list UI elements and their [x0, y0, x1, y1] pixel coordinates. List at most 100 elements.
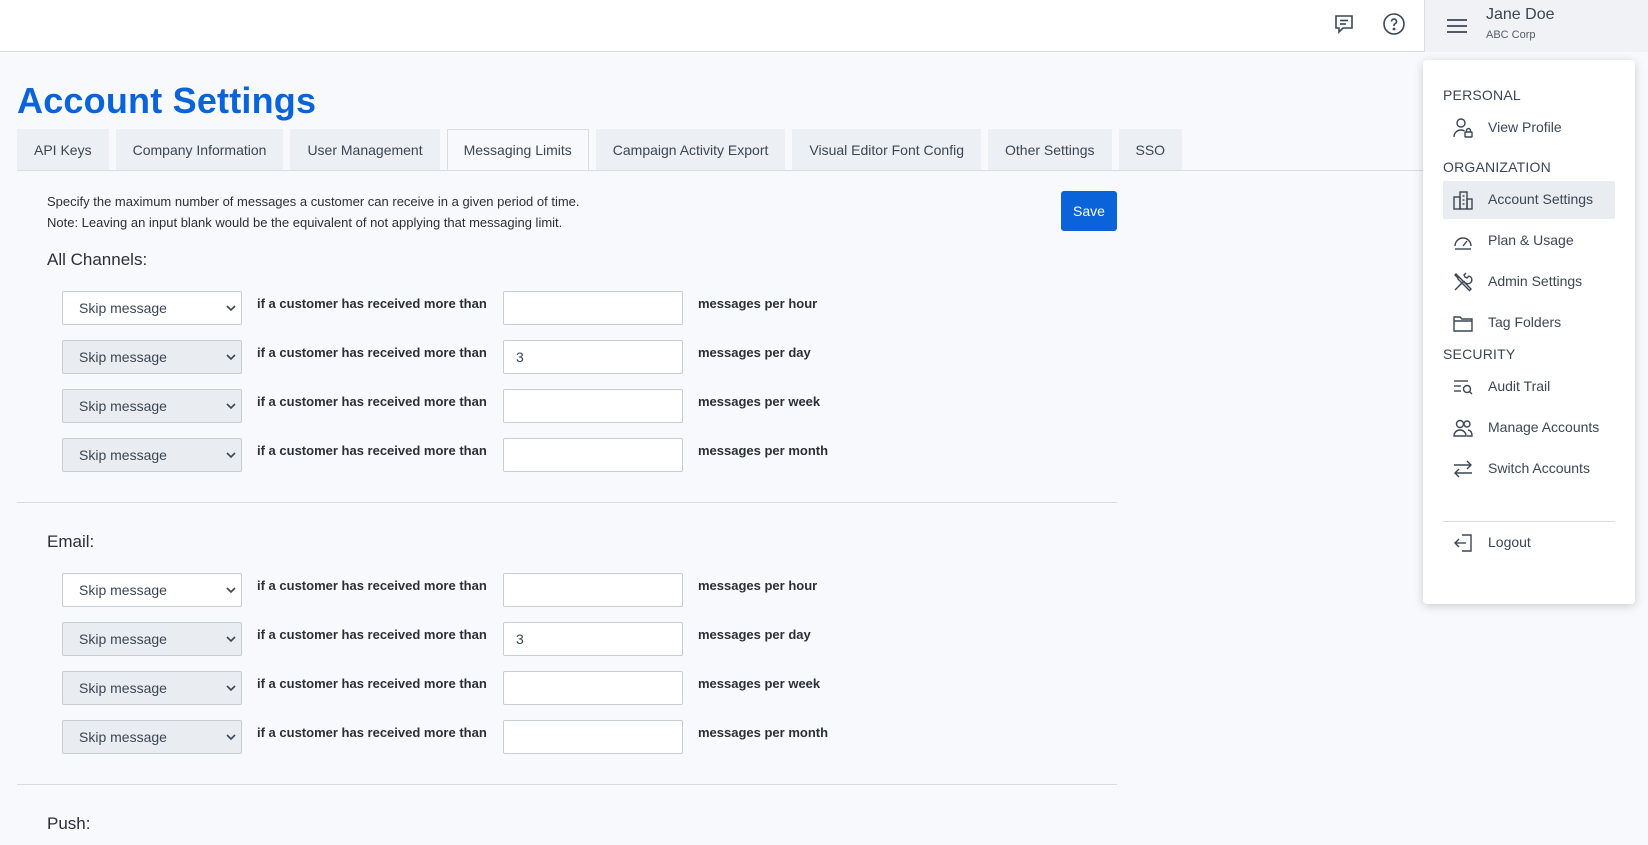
limit-input[interactable]	[503, 622, 683, 656]
condition-label: if a customer has received more than	[257, 627, 487, 642]
section-title-email: Email:	[47, 532, 95, 551]
menu-item-logout[interactable]: Logout	[1443, 524, 1615, 562]
user-lock-icon	[1453, 118, 1473, 138]
chevron-down-icon	[226, 636, 236, 643]
menu-heading-organization: ORGANIZATION	[1443, 159, 1551, 175]
tab-sso[interactable]: SSO	[1118, 129, 1183, 170]
action-select[interactable]: Skip message	[62, 622, 242, 656]
gauge-icon	[1454, 237, 1472, 250]
tab-api-keys[interactable]: API Keys	[17, 129, 109, 170]
action-select-value: Skip message	[79, 582, 167, 598]
top-bar: Jane Doe ABC Corp	[0, 0, 1648, 52]
menu-item-label: Switch Accounts	[1488, 460, 1590, 476]
menu-item-audit-trail[interactable]: Audit Trail	[1443, 368, 1615, 406]
hamburger-menu-icon[interactable]	[1445, 14, 1469, 38]
menu-item-view-profile[interactable]: View Profile	[1443, 109, 1615, 147]
folder-icon	[1453, 316, 1473, 332]
users-icon	[1453, 419, 1473, 437]
menu-item-plan-usage[interactable]: Plan & Usage	[1443, 222, 1615, 260]
tab-messaging-limits[interactable]: Messaging Limits	[446, 129, 589, 171]
action-select-value: Skip message	[79, 447, 167, 463]
section-title-all-channels: All Channels:	[47, 250, 148, 269]
period-label: messages per hour	[698, 296, 818, 311]
menu-item-admin-settings[interactable]: Admin Settings	[1443, 263, 1615, 301]
save-button[interactable]: Save	[1061, 191, 1117, 231]
menu-item-label: Manage Accounts	[1488, 419, 1600, 435]
user-name: Jane Doe	[1486, 6, 1555, 23]
menu-item-label: View Profile	[1488, 119, 1562, 135]
action-select-value: Skip message	[79, 631, 167, 647]
tab-other-settings[interactable]: Other Settings	[988, 129, 1112, 170]
limit-input[interactable]	[503, 389, 683, 423]
menu-item-label: Admin Settings	[1488, 273, 1583, 289]
action-select-value: Skip message	[79, 398, 167, 414]
period-label: messages per day	[698, 627, 811, 642]
page-title: Account Settings	[17, 80, 317, 121]
limit-input[interactable]	[503, 671, 683, 705]
menu-item-label: Tag Folders	[1488, 314, 1562, 330]
chevron-down-icon	[226, 354, 236, 361]
period-label: messages per hour	[698, 578, 818, 593]
action-select[interactable]: Skip message	[62, 720, 242, 754]
user-dropdown-menu: PERSONAL View Profile ORGANIZATION Accou…	[1423, 60, 1635, 604]
period-label: messages per day	[698, 345, 811, 360]
action-select[interactable]: Skip message	[62, 340, 242, 374]
chevron-down-icon	[226, 685, 236, 692]
condition-label: if a customer has received more than	[257, 676, 487, 691]
menu-item-account-settings[interactable]: Account Settings	[1443, 181, 1615, 219]
menu-item-switch-accounts[interactable]: Switch Accounts	[1443, 450, 1615, 488]
menu-heading-security: SECURITY	[1443, 346, 1516, 362]
tab-campaign-activity-export[interactable]: Campaign Activity Export	[595, 129, 786, 170]
condition-label: if a customer has received more than	[257, 296, 487, 311]
action-select-value: Skip message	[79, 300, 167, 316]
condition-label: if a customer has received more than	[257, 345, 487, 360]
action-select[interactable]: Skip message	[62, 573, 242, 607]
menu-item-manage-accounts[interactable]: Manage Accounts	[1443, 409, 1615, 447]
limit-input[interactable]	[503, 340, 683, 374]
section-divider	[17, 784, 1117, 785]
description: Specify the maximum number of messages a…	[47, 191, 580, 233]
logout-icon	[1454, 534, 1472, 552]
period-label: messages per month	[698, 725, 829, 740]
list-search-icon	[1454, 380, 1473, 395]
condition-label: if a customer has received more than	[257, 725, 487, 740]
tabs-divider	[17, 170, 1424, 171]
settings-tabs: API Keys Company Information User Manage…	[17, 129, 1189, 171]
tab-visual-editor-font-config[interactable]: Visual Editor Font Config	[792, 129, 981, 170]
help-icon[interactable]	[1382, 12, 1406, 36]
section-divider	[17, 502, 1117, 503]
limit-input[interactable]	[503, 573, 683, 607]
user-menu-toggle[interactable]: Jane Doe ABC Corp	[1424, 0, 1648, 52]
chevron-down-icon	[226, 734, 236, 741]
action-select[interactable]: Skip message	[62, 671, 242, 705]
action-select-value: Skip message	[79, 680, 167, 696]
menu-item-label: Audit Trail	[1488, 378, 1551, 394]
chevron-down-icon	[226, 305, 236, 312]
menu-item-label: Account Settings	[1488, 191, 1594, 207]
menu-item-tag-folders[interactable]: Tag Folders	[1443, 304, 1615, 342]
period-label: messages per week	[698, 394, 821, 409]
action-select[interactable]: Skip message	[62, 291, 242, 325]
menu-divider	[1443, 521, 1615, 522]
limit-input[interactable]	[503, 720, 683, 754]
menu-item-label: Logout	[1488, 534, 1531, 550]
limit-input[interactable]	[503, 438, 683, 472]
condition-label: if a customer has received more than	[257, 443, 487, 458]
description-line-1: Specify the maximum number of messages a…	[47, 194, 580, 209]
tab-company-information[interactable]: Company Information	[115, 129, 284, 170]
feedback-chat-icon[interactable]	[1332, 12, 1356, 36]
menu-heading-personal: PERSONAL	[1443, 87, 1521, 103]
description-line-2: Note: Leaving an input blank would be th…	[47, 215, 563, 230]
period-label: messages per month	[698, 443, 829, 458]
tab-user-management[interactable]: User Management	[290, 129, 440, 170]
action-select-value: Skip message	[79, 729, 167, 745]
action-select[interactable]: Skip message	[62, 438, 242, 472]
action-select[interactable]: Skip message	[62, 389, 242, 423]
section-title-push: Push:	[47, 814, 91, 833]
action-select-value: Skip message	[79, 349, 167, 365]
menu-item-label: Plan & Usage	[1488, 232, 1574, 248]
chevron-down-icon	[226, 587, 236, 594]
period-label: messages per week	[698, 676, 821, 691]
user-org: ABC Corp	[1486, 29, 1536, 41]
limit-input[interactable]	[503, 291, 683, 325]
